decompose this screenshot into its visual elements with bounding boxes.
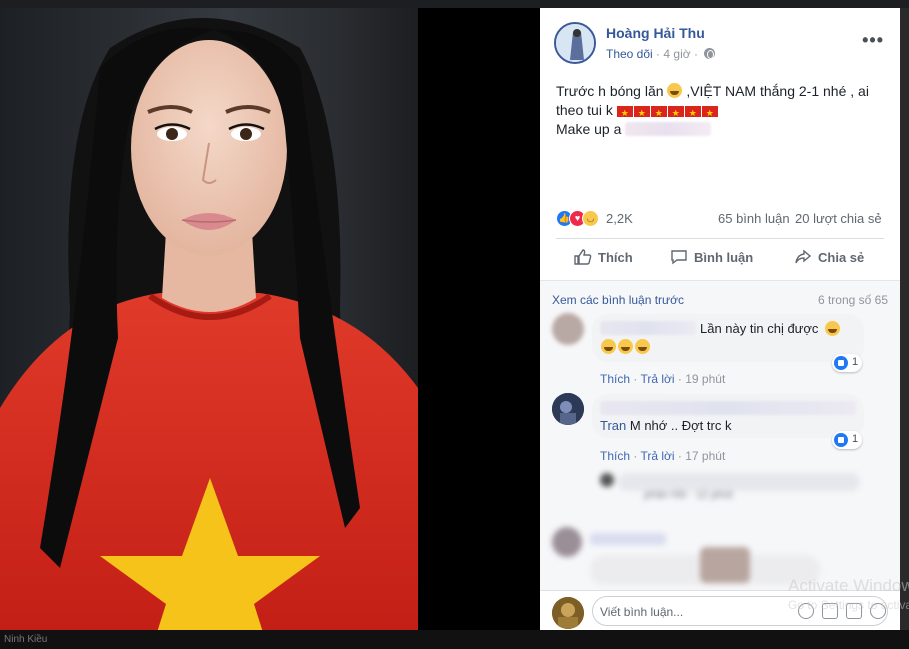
comment-like-link[interactable]: Thích xyxy=(600,372,630,386)
post-text: Trước h bóng lăn ,VIỆT NAM thắng 2-1 nhé… xyxy=(556,82,886,139)
more-options-button[interactable]: ••• xyxy=(862,30,884,51)
grin-emoji-icon xyxy=(667,83,683,98)
comment-reaction-count: 1 xyxy=(852,433,859,445)
post-text-line1b: ,VIỆT NAM thắng 2-1 nhé , ai xyxy=(686,83,869,99)
blurred-comment[interactable] xyxy=(550,525,826,591)
comments-count-of: 6 trong số 65 xyxy=(817,293,888,307)
post-meta: Theo dõi · 4 giờ · xyxy=(606,47,716,61)
vietnam-flag-icon xyxy=(667,104,684,123)
post-text-line3: Make up a xyxy=(556,121,622,137)
vietnam-flag-icon xyxy=(633,104,650,123)
my-avatar[interactable] xyxy=(552,597,584,629)
comment-button[interactable]: Bình luận xyxy=(670,246,753,278)
comment-time[interactable]: 17 phút xyxy=(685,449,725,463)
commenter-name-blurred[interactable] xyxy=(600,401,856,415)
comment-reply-link[interactable]: Trả lời xyxy=(640,449,674,463)
reaction-count[interactable]: 2,2K xyxy=(606,211,633,226)
bottom-backdrop-text: Ninh Kiều xyxy=(4,634,48,645)
comment-count[interactable]: 65 bình luận xyxy=(718,211,790,226)
like-mini-icon xyxy=(834,356,848,370)
comment-like-link[interactable]: Thích xyxy=(600,449,630,463)
share-arrow-icon xyxy=(795,249,812,264)
reply-hint: phản hồi · 12 phút xyxy=(644,489,733,501)
comment-reaction-badge[interactable]: 1 xyxy=(832,354,862,372)
vietnam-flag-icon xyxy=(616,104,633,123)
comment-bubble-icon xyxy=(671,250,687,265)
blurred-mention xyxy=(625,122,712,136)
commenter-name-blurred[interactable] xyxy=(600,321,696,335)
author-name[interactable]: Hoàng Hải Thu xyxy=(606,25,705,41)
bottom-backdrop xyxy=(0,630,909,649)
author-avatar[interactable] xyxy=(554,22,596,64)
commenter-avatar[interactable] xyxy=(552,313,584,345)
divider xyxy=(556,238,884,239)
reactions-bar: 👍 ♥ ◡ 2,2K 65 bình luận 20 lượt chia sẻ xyxy=(556,210,886,230)
comment-input-placeholder: Viết bình luận... xyxy=(600,605,684,619)
meta-separator-2: · xyxy=(693,47,698,61)
photo-letterbox xyxy=(418,8,540,630)
comments-section: Xem các bình luận trước 6 trong số 65 Lầ… xyxy=(540,280,900,590)
grin-emoji-icon xyxy=(601,339,616,354)
post-text-line2: theo tui k xyxy=(556,102,613,118)
post-header: Hoàng Hải Thu Theo dõi · 4 giờ · ••• xyxy=(554,22,894,66)
post-time[interactable]: 4 giờ xyxy=(663,47,690,61)
comment-actions: Thích · Trả lời · 19 phút xyxy=(600,372,726,386)
follow-link[interactable]: Theo dõi xyxy=(606,47,653,61)
vietnam-flag-icon xyxy=(684,104,701,123)
top-bar-backdrop xyxy=(0,0,909,8)
tagged-name[interactable]: Tran xyxy=(600,418,626,433)
portrait-illustration xyxy=(0,18,418,630)
activate-windows-subtext: Go to Settings to activate Windows. xyxy=(788,598,909,612)
post-text-line1: Trước h bóng lăn xyxy=(556,83,664,99)
post-side-panel: Hoàng Hải Thu Theo dõi · 4 giờ · ••• Trư… xyxy=(540,8,900,630)
like-label: Thích xyxy=(598,250,633,265)
commenter-avatar[interactable] xyxy=(552,393,584,425)
comment-label: Bình luận xyxy=(694,250,754,265)
view-previous-comments-link[interactable]: Xem các bình luận trước xyxy=(552,293,684,307)
meta-separator: · xyxy=(656,47,661,61)
vietnam-flags xyxy=(616,104,718,123)
wink-emoji-icon xyxy=(825,321,840,336)
blurred-reply[interactable]: phản hồi · 12 phút xyxy=(600,471,864,501)
vietnam-flag-icon xyxy=(701,104,718,123)
comment-reply-link[interactable]: Trả lời xyxy=(640,372,674,386)
comment-reaction-badge[interactable]: 1 xyxy=(832,431,862,449)
thumbs-up-icon xyxy=(574,249,592,265)
post-photo[interactable] xyxy=(0,8,418,630)
activate-windows-watermark: Activate Windows xyxy=(788,576,909,595)
grin-emoji-icon xyxy=(635,339,650,354)
share-count[interactable]: 20 lượt chia sẻ xyxy=(795,211,882,226)
page-scrollbar[interactable] xyxy=(900,8,909,630)
comment-time[interactable]: 19 phút xyxy=(685,372,725,386)
share-button[interactable]: Chia sẻ xyxy=(794,246,864,278)
haha-reaction-icon: ◡ xyxy=(582,210,599,227)
vietnam-flag-icon xyxy=(650,104,667,123)
comment-reaction-count: 1 xyxy=(852,356,859,368)
globe-icon xyxy=(704,48,716,59)
share-label: Chia sẻ xyxy=(818,250,865,265)
post-actions: Thích Bình luận Chia sẻ xyxy=(556,246,884,278)
grin-emoji-icon xyxy=(618,339,633,354)
comment-body: M nhớ .. Đợt trc k xyxy=(629,418,732,433)
photo-theater-viewer: Hoàng Hải Thu Theo dõi · 4 giờ · ••• Trư… xyxy=(0,0,909,649)
comment-text-2: Tran M nhớ .. Đợt trc k xyxy=(600,417,731,434)
like-button[interactable]: Thích xyxy=(574,246,633,278)
like-mini-icon xyxy=(834,433,848,447)
comment-text: Lần này tin chị được xyxy=(700,321,819,336)
comment-actions: Thích · Trả lời · 17 phút xyxy=(600,449,726,463)
